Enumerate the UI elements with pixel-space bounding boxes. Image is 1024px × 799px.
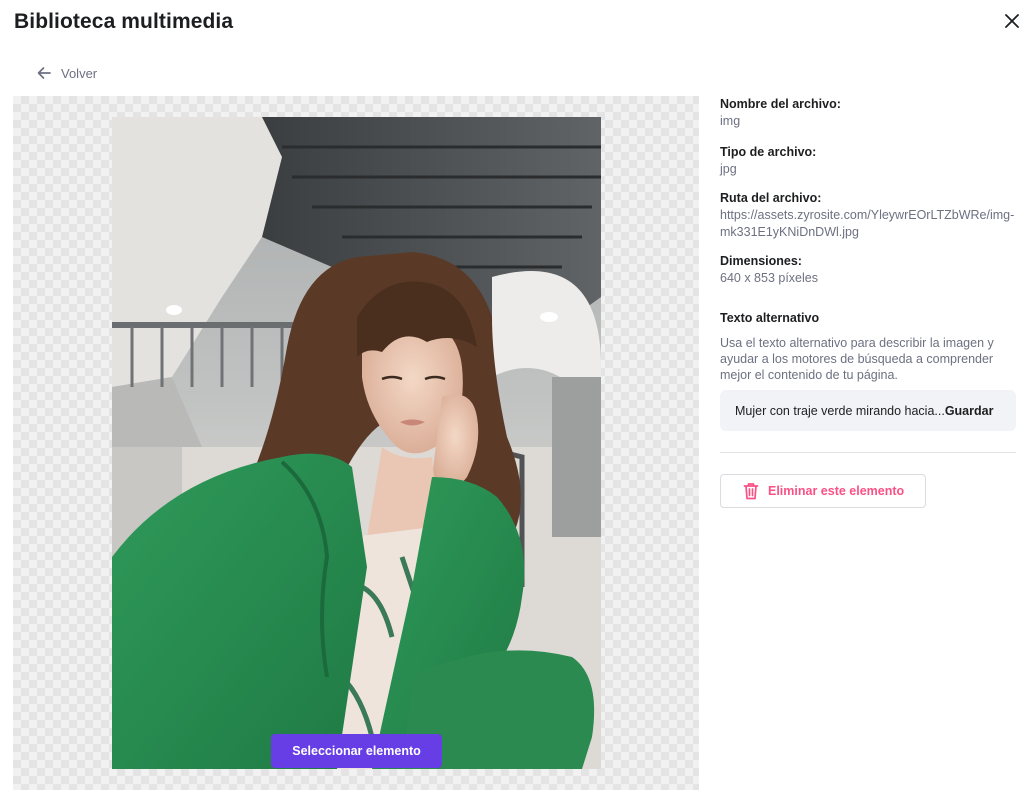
alt-text-value[interactable]: Mujer con traje verde mirando hacia... (735, 404, 945, 418)
file-type-section: Tipo de archivo: jpg (720, 144, 1016, 178)
image-preview (13, 96, 699, 790)
page-title: Biblioteca multimedia (14, 10, 234, 33)
alt-text-description: Usa el texto alternativo para describir … (720, 336, 994, 382)
preview-photo (112, 117, 601, 769)
select-element-button[interactable]: Seleccionar elemento (271, 734, 442, 768)
divider (720, 452, 1016, 453)
alt-text-field[interactable]: Mujer con traje verde mirando hacia... G… (720, 390, 1016, 431)
file-path-value: https://assets.zyrosite.com/YleywrEOrLTZ… (720, 208, 1015, 239)
delete-element-button[interactable]: Eliminar este elemento (720, 474, 926, 508)
dimensions-section: Dimensiones: 640 x 853 píxeles (720, 253, 1016, 287)
back-label: Volver (61, 65, 98, 81)
trash-icon (743, 483, 759, 500)
dimensions-label: Dimensiones: (720, 254, 802, 268)
save-alt-text-button[interactable]: Guardar (945, 404, 994, 418)
file-name-value: img (720, 114, 741, 128)
close-button[interactable] (1000, 9, 1024, 33)
dimensions-value: 640 x 853 píxeles (720, 271, 818, 285)
file-name-section: Nombre del archivo: img (720, 96, 1016, 130)
file-type-value: jpg (720, 162, 737, 176)
file-type-label: Tipo de archivo: (720, 145, 817, 159)
arrow-left-icon (37, 67, 51, 79)
file-path-label: Ruta del archivo: (720, 191, 822, 205)
file-path-section: Ruta del archivo: https://assets.zyrosit… (720, 190, 1016, 241)
delete-element-label: Eliminar este elemento (768, 484, 905, 498)
alt-text-title: Texto alternativo (720, 311, 820, 325)
close-icon (1005, 14, 1019, 28)
file-name-label: Nombre del archivo: (720, 97, 841, 111)
back-button[interactable]: Volver (36, 62, 97, 84)
